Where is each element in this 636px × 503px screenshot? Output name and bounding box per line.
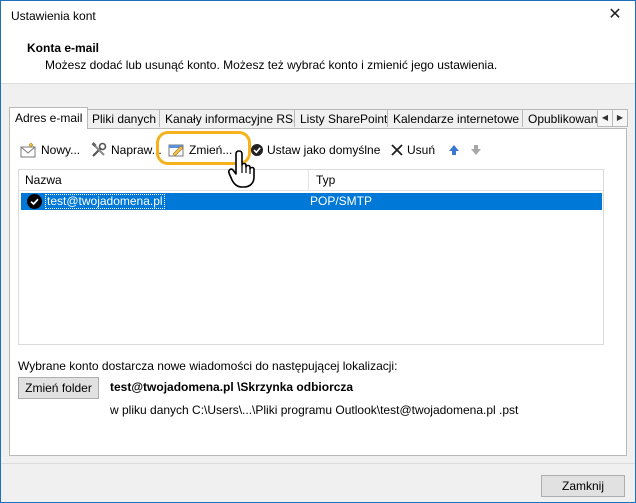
repair-tools-icon — [90, 142, 108, 158]
tab-email[interactable]: Adres e-mail — [9, 107, 89, 129]
footer-divider — [1, 463, 635, 464]
new-account-label: Nowy... — [41, 143, 81, 157]
tab-published-calendars[interactable]: Opublikowane — [522, 109, 598, 127]
title-bar: Ustawienia kont ✕ — [1, 1, 635, 31]
header-section: Konta e-mail Możesz dodać lub usunąć kon… — [1, 31, 635, 84]
account-name-cell: test@twojadomena.pl — [45, 194, 165, 209]
hand-pointer-cursor-icon — [228, 149, 260, 192]
accounts-list[interactable]: Nazwa Typ test@twojadomena.pl POP/SMTP — [18, 169, 604, 345]
delivery-folder: \Skrzynka odbiorcza — [237, 380, 354, 394]
list-header: Nazwa Typ — [19, 170, 603, 191]
repair-account-label: Napraw... — [111, 143, 162, 157]
arrow-up-icon — [448, 142, 460, 158]
tab-scroll-left-button[interactable]: ◀ — [597, 109, 613, 127]
tab-rss-feeds[interactable]: Kanały informacyjne RSS — [159, 109, 308, 127]
header-description: Możesz dodać lub usunąć konto. Możesz te… — [45, 58, 498, 72]
column-header-name[interactable]: Nazwa — [25, 173, 62, 187]
window-title: Ustawienia kont — [11, 9, 96, 23]
repair-account-button[interactable]: Napraw... — [90, 140, 162, 160]
header-title: Konta e-mail — [27, 41, 100, 55]
delivery-location-label: Wybrane konto dostarcza nowe wiadomości … — [18, 359, 398, 373]
arrow-down-icon — [470, 142, 482, 158]
remove-account-button[interactable]: Usuń — [390, 140, 435, 160]
new-account-button[interactable]: Nowy... — [20, 140, 80, 160]
set-default-button[interactable]: Ustaw jako domyślne — [250, 140, 380, 160]
close-button[interactable]: Zamknij — [541, 475, 625, 497]
move-down-button[interactable] — [470, 140, 485, 160]
default-account-check-icon — [27, 194, 42, 209]
tab-scroll-right-button[interactable]: ▶ — [612, 109, 628, 127]
column-header-type[interactable]: Typ — [316, 173, 335, 187]
delivery-data-file-path: w pliku danych C:\Users\...\Pliki progra… — [110, 403, 519, 417]
tab-data-files[interactable]: Pliki danych — [86, 109, 163, 127]
tab-strip: Adres e-mail Pliki danych Kanały informa… — [9, 107, 628, 129]
move-up-button[interactable] — [448, 140, 463, 160]
remove-account-label: Usuń — [407, 143, 436, 157]
account-settings-window: Ustawienia kont ✕ Konta e-mail Możesz do… — [0, 0, 636, 503]
delete-x-icon — [390, 142, 404, 158]
close-window-button[interactable]: ✕ — [605, 5, 625, 25]
change-folder-button[interactable]: Zmień folder — [18, 377, 99, 399]
table-row[interactable]: test@twojadomena.pl POP/SMTP — [21, 193, 602, 210]
tab-sharepoint-lists[interactable]: Listy SharePoint — [294, 109, 394, 127]
toolbar: Nowy... Napraw... Zmień... Ustaw jako do… — [18, 140, 618, 162]
delivery-account-folder: test@twojadomena.pl \Skrzynka odbiorcza — [110, 380, 353, 394]
tab-internet-calendars[interactable]: Kalendarze internetowe — [387, 109, 526, 127]
set-default-label: Ustaw jako domyślne — [267, 143, 381, 157]
new-mail-icon — [20, 142, 38, 158]
account-type-cell: POP/SMTP — [310, 194, 373, 208]
delivery-account: test@twojadomena.pl — [110, 380, 234, 394]
column-separator[interactable] — [308, 170, 309, 190]
email-tab-panel: Nowy... Napraw... Zmień... Ustaw jako do… — [9, 128, 627, 456]
